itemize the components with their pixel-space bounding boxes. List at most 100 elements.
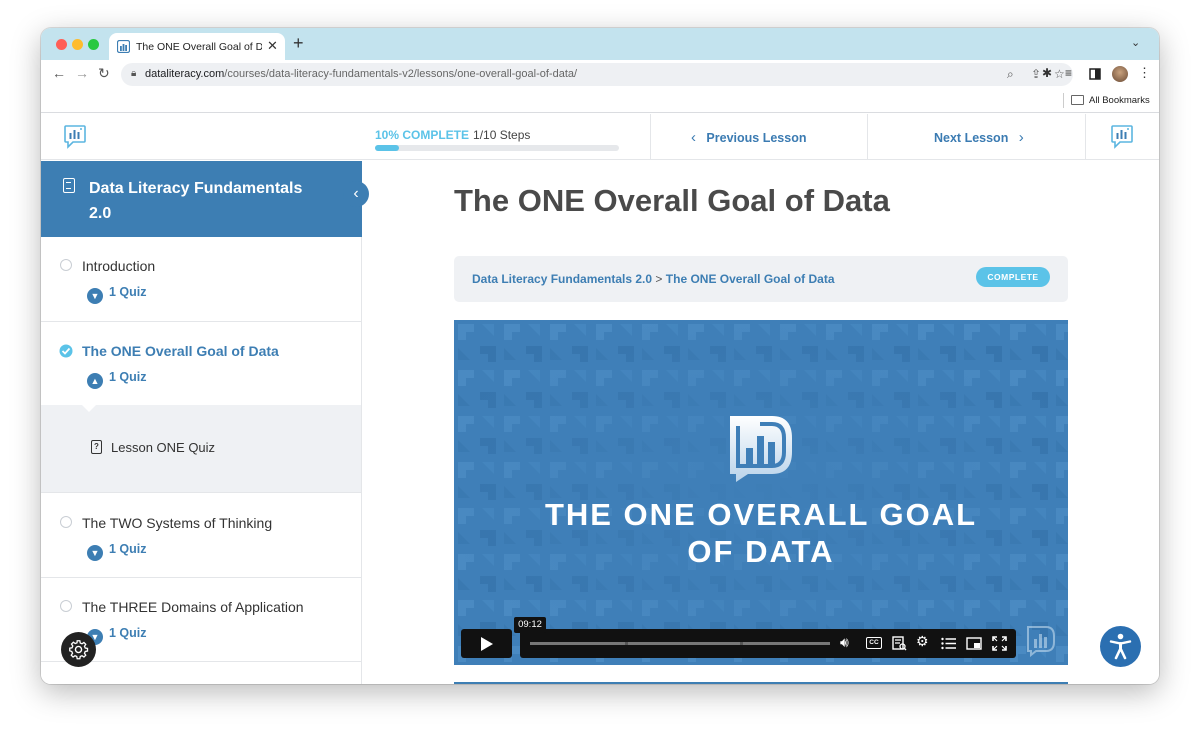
collapse-sidebar-button[interactable]: ‹ bbox=[343, 181, 369, 207]
quiz-icon: ? bbox=[91, 440, 102, 454]
time-tooltip: 09:12 bbox=[514, 617, 546, 633]
incomplete-status-icon bbox=[60, 516, 72, 528]
accessibility-button[interactable] bbox=[1100, 626, 1141, 667]
page-content: 10% COMPLETE 1/10 Steps ‹ Previous Lesson… bbox=[41, 114, 1159, 684]
chapter-segment bbox=[743, 642, 830, 645]
incomplete-status-icon bbox=[60, 600, 72, 612]
panel-notch bbox=[81, 404, 97, 412]
progress-steps: 1/10 Steps bbox=[473, 128, 531, 142]
video-title: THE ONE OVERALL GOAL OF DATA bbox=[454, 496, 1068, 570]
close-window-button[interactable] bbox=[56, 39, 67, 50]
minimize-window-button[interactable] bbox=[72, 39, 83, 50]
progress-bar bbox=[375, 145, 619, 151]
closed-captions-button[interactable]: CC bbox=[866, 637, 882, 649]
quiz-item-lesson-one[interactable]: Lesson ONE Quiz bbox=[111, 440, 215, 455]
chapters-icon[interactable] bbox=[941, 637, 956, 650]
bookmarks-separator bbox=[1063, 93, 1064, 108]
previous-lesson-button[interactable]: ‹ Previous Lesson bbox=[691, 129, 806, 146]
video-controls: 🔊︎ CC ⚙ bbox=[520, 629, 1016, 658]
video-title-line: OF DATA bbox=[687, 534, 835, 569]
sidebar-item-one-overall-goal[interactable]: The ONE Overall Goal of Data ▲ 1 Quiz bbox=[41, 322, 361, 406]
gear-icon[interactable]: ⚙ bbox=[916, 633, 929, 650]
lesson-title: Introduction bbox=[82, 258, 156, 274]
sidepanel-icon[interactable] bbox=[1089, 68, 1101, 80]
course-title: Data Literacy Fundamentals 2.0 bbox=[89, 180, 303, 222]
forward-icon[interactable]: → bbox=[75, 65, 89, 81]
chevron-up-icon: ▲ bbox=[87, 373, 103, 389]
tab-title: The ONE Overall Goal of Data bbox=[136, 41, 262, 53]
header-divider bbox=[867, 114, 868, 160]
folder-icon[interactable] bbox=[1071, 95, 1084, 105]
breadcrumb: Data Literacy Fundamentals 2.0 > The ONE… bbox=[454, 256, 1068, 302]
breadcrumb-course-link[interactable]: Data Literacy Fundamentals 2.0 bbox=[472, 272, 652, 286]
picture-in-picture-icon[interactable] bbox=[966, 637, 982, 650]
progress-percent: 10% COMPLETE bbox=[375, 128, 470, 142]
course-sidebar: Data Literacy Fundamentals 2.0 ‹ Introdu… bbox=[41, 161, 369, 684]
video-scrubber[interactable] bbox=[530, 642, 830, 645]
lesson-title: The THREE Domains of Application bbox=[82, 599, 304, 615]
settings-button[interactable] bbox=[61, 632, 96, 667]
chevron-right-icon: › bbox=[1018, 129, 1024, 146]
chevron-down-icon: ▼ bbox=[87, 288, 103, 304]
fullscreen-icon[interactable] bbox=[992, 636, 1007, 651]
back-icon[interactable]: ← bbox=[52, 65, 66, 81]
new-tab-icon[interactable]: + bbox=[293, 33, 304, 54]
course-title-block[interactable]: Data Literacy Fundamentals 2.0 bbox=[41, 161, 362, 237]
volume-icon[interactable]: 🔊︎ bbox=[840, 634, 849, 651]
quiz-toggle[interactable]: ▼ 1 Quiz bbox=[87, 542, 147, 561]
reading-list-icon[interactable]: ≡ bbox=[1065, 66, 1072, 80]
progress-bar-fill bbox=[375, 145, 400, 151]
transcript-icon[interactable] bbox=[892, 636, 907, 651]
quiz-list: ? Lesson ONE Quiz bbox=[41, 404, 361, 493]
zoom-window-button[interactable] bbox=[88, 39, 99, 50]
document-icon bbox=[63, 178, 75, 193]
next-lesson-button[interactable]: Next Lesson › bbox=[934, 129, 1024, 146]
previous-lesson-label: Previous Lesson bbox=[706, 131, 807, 145]
star-icon[interactable]: ☆ bbox=[1054, 67, 1065, 81]
header-divider bbox=[650, 114, 651, 160]
reload-icon[interactable]: ↻ bbox=[98, 65, 110, 82]
breadcrumb-separator: > bbox=[655, 272, 663, 286]
accessibility-icon bbox=[1109, 633, 1132, 660]
breadcrumb-trail: Data Literacy Fundamentals 2.0 > The ONE… bbox=[472, 272, 835, 286]
status-badge: COMPLETE bbox=[976, 267, 1050, 287]
play-button[interactable] bbox=[461, 629, 512, 658]
site-logo-icon[interactable] bbox=[1110, 124, 1134, 150]
kebab-menu-icon[interactable]: ⋮ bbox=[1138, 65, 1151, 81]
lesson-title: The TWO Systems of Thinking bbox=[82, 515, 273, 531]
chevron-left-icon: ‹ bbox=[691, 129, 696, 146]
course-progress: 10% COMPLETE 1/10 Steps bbox=[375, 126, 530, 144]
lock-icon[interactable]: 🔒︎ bbox=[131, 68, 136, 79]
quiz-toggle[interactable]: ▲ 1 Quiz bbox=[87, 370, 147, 389]
address-bar[interactable]: 🔒︎ dataliteracy.com/courses/data-literac… bbox=[121, 63, 1073, 86]
browser-toolbar: ← → ↻ 🔒︎ dataliteracy.com/courses/data-l… bbox=[41, 60, 1159, 89]
complete-check-icon bbox=[59, 344, 73, 358]
watermark-logo-icon[interactable] bbox=[1026, 625, 1056, 657]
all-bookmarks-link[interactable]: All Bookmarks bbox=[1089, 95, 1150, 106]
url-text: dataliteracy.com/courses/data-literacy-f… bbox=[145, 68, 578, 80]
share-icon[interactable]: ⇪ bbox=[1031, 67, 1041, 81]
site-favicon-icon bbox=[117, 40, 130, 53]
tab-close-icon[interactable]: ✕ bbox=[267, 38, 278, 54]
sidebar-item-two-systems[interactable]: The TWO Systems of Thinking ▼ 1 Quiz bbox=[41, 494, 361, 578]
next-lesson-label: Next Lesson bbox=[934, 131, 1009, 145]
sidebar-item-introduction[interactable]: Introduction ▼ 1 Quiz bbox=[41, 237, 361, 322]
quiz-toggle[interactable]: ▼ 1 Quiz bbox=[87, 626, 147, 645]
brand-logo-icon bbox=[730, 416, 792, 482]
incomplete-status-icon bbox=[60, 259, 72, 271]
video-player[interactable]: THE ONE OVERALL GOAL OF DATA 🔊︎ CC ⚙ 09:… bbox=[454, 320, 1068, 665]
quiz-toggle[interactable]: ▼ 1 Quiz bbox=[87, 285, 147, 304]
bookmarks-bar: All Bookmarks bbox=[41, 89, 1159, 113]
site-logo-icon[interactable] bbox=[63, 124, 87, 150]
tab-search-chevron-icon[interactable]: ⌄ bbox=[1131, 36, 1140, 49]
profile-avatar[interactable] bbox=[1112, 66, 1128, 82]
video-background-pattern bbox=[454, 320, 1068, 665]
extensions-icon[interactable]: ✱ bbox=[1042, 66, 1052, 80]
video-title-line: THE ONE OVERALL GOAL bbox=[544, 497, 978, 532]
content-divider bbox=[454, 682, 1068, 684]
lesson-main: The ONE Overall Goal of Data Data Litera… bbox=[362, 161, 1159, 684]
browser-tab[interactable]: The ONE Overall Goal of Data ✕ bbox=[109, 33, 285, 60]
gear-icon bbox=[69, 640, 89, 660]
zoom-icon[interactable]: ⌕ bbox=[1007, 67, 1014, 82]
breadcrumb-lesson-link[interactable]: The ONE Overall Goal of Data bbox=[666, 272, 835, 286]
